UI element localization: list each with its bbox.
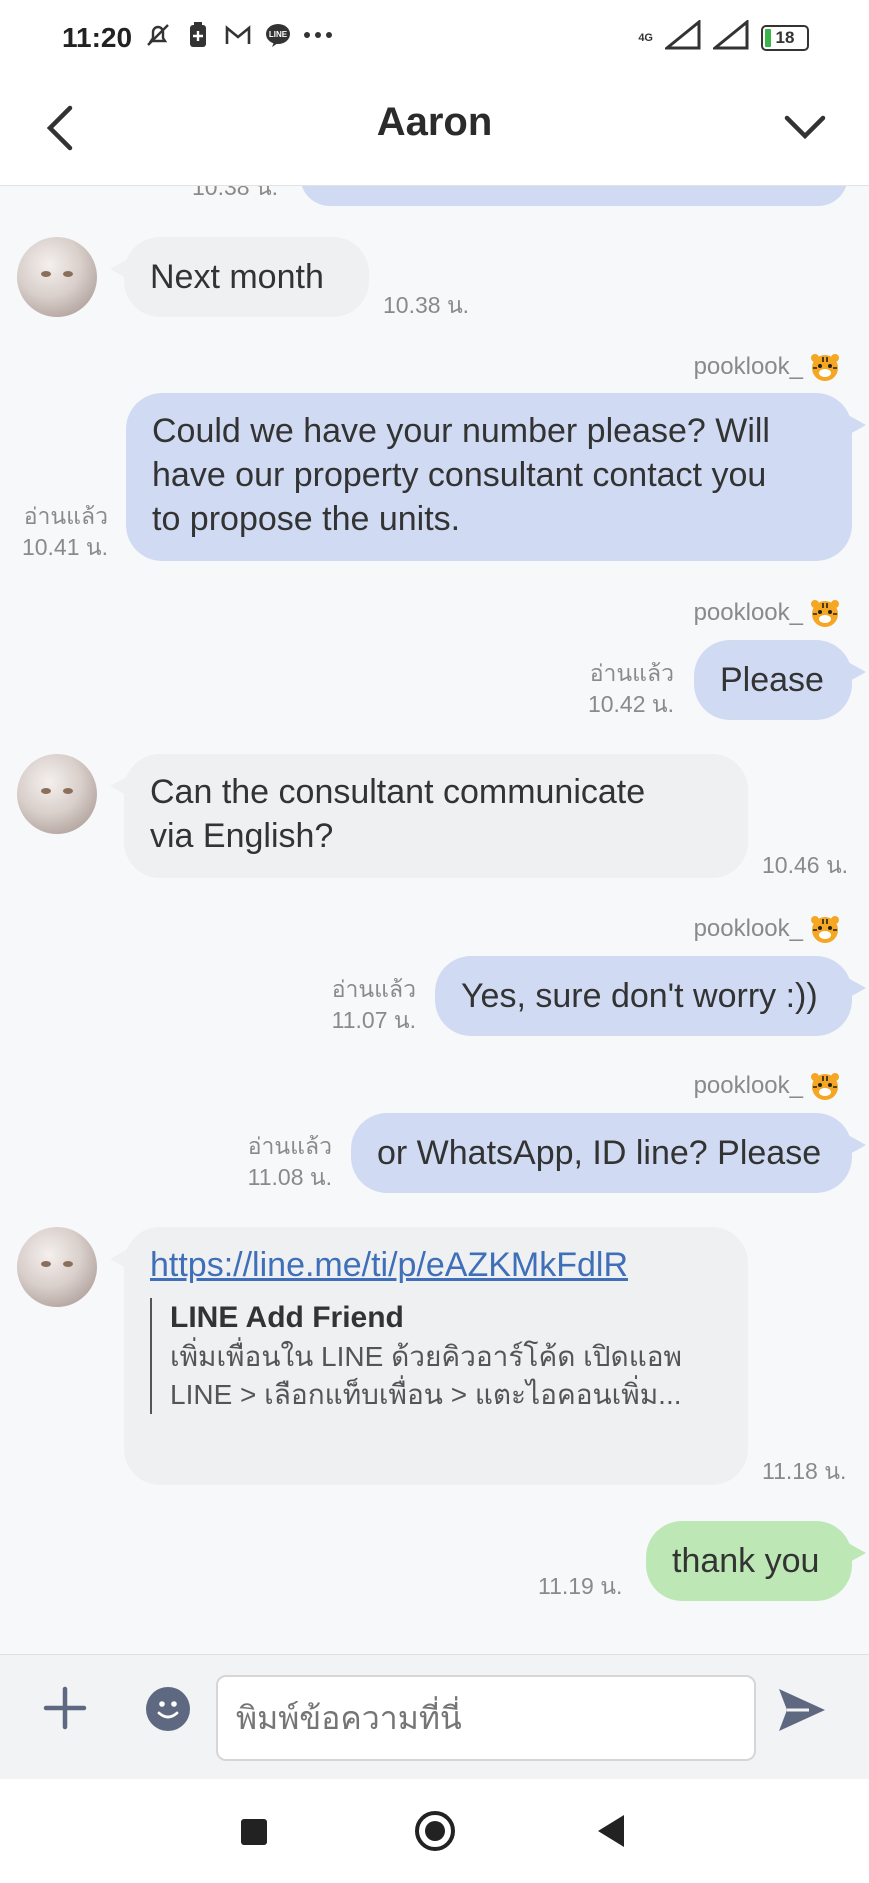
message-text-line: Can the consultant communicate — [150, 773, 646, 811]
tiger-emoji-icon — [809, 352, 841, 382]
chat-menu-button[interactable] — [781, 104, 829, 152]
message-text: Yes, sure don't worry :)) — [461, 977, 818, 1015]
link-preview-desc-line: LINE > เลือกแท็บเพื่อน > แตะไอคอนเพิ่ม..… — [170, 1379, 682, 1410]
message-time: 11.18 น. — [762, 1458, 847, 1484]
gmail-icon — [223, 20, 253, 50]
message-text-line: have our property consultant contact you — [152, 456, 767, 494]
message-text: or WhatsApp, ID line? Please — [377, 1134, 822, 1172]
link-preview-title: LINE Add Friend — [170, 1301, 404, 1334]
network-type-label: 4G — [638, 31, 653, 44]
message-time: 11.08 น. — [247, 1164, 332, 1190]
link-preview-desc-line: เพิ่มเพื่อนใน LINE ด้วยคิวอาร์โค้ด เปิดแ… — [170, 1341, 683, 1372]
mute-bell-icon — [143, 20, 173, 50]
message-status: อ่านแล้ว 10.42 น. — [560, 658, 674, 720]
message-time: 10.38 น. — [192, 186, 279, 200]
read-receipt: อ่านแล้ว — [23, 503, 108, 529]
status-system-icons: 4G 18 — [638, 18, 809, 55]
chat-header: Aaron — [0, 78, 869, 186]
message-time: 10.41 น. — [21, 534, 108, 560]
message-time: 10.42 น. — [587, 691, 674, 717]
message-bubble[interactable]: Please — [694, 640, 866, 720]
send-icon — [779, 1689, 825, 1731]
avatar[interactable] — [17, 754, 97, 834]
read-receipt: อ่านแล้ว — [331, 976, 416, 1002]
message-text: Please — [720, 661, 824, 699]
sender-label: pooklook_ — [693, 353, 803, 380]
status-time: 11:20 — [62, 22, 133, 53]
sender-label: pooklook_ — [693, 1072, 803, 1099]
status-notification-icons: LINE — [143, 20, 333, 50]
network-type-icon: 4G — [638, 32, 653, 44]
message-status: อ่านแล้ว 11.08 น. — [216, 1131, 332, 1193]
message-bubble[interactable]: or WhatsApp, ID line? Please — [351, 1113, 866, 1193]
smiley-icon — [157, 1701, 179, 1719]
message-time: 10.46 น. — [762, 852, 849, 878]
message-text-line: via English? — [150, 817, 334, 855]
battery-saver-icon — [183, 20, 213, 50]
battery-icon: 18 — [761, 24, 809, 51]
sender-name: pooklook_ — [694, 598, 841, 628]
sender-name: pooklook_ — [694, 1071, 841, 1101]
svg-text:LINE: LINE — [269, 30, 288, 39]
message-input-bar — [0, 1654, 869, 1779]
emoji-button[interactable] — [146, 1687, 190, 1731]
message-bubble-partial[interactable] — [300, 186, 848, 206]
message-status: อ่านแล้ว 10.41 น. — [10, 501, 108, 563]
sender-name: pooklook_ — [694, 914, 841, 944]
plus-icon — [43, 1686, 87, 1730]
battery-level: 18 — [775, 27, 795, 47]
message-bubble[interactable]: Can the consultant communicate via Engli… — [110, 754, 748, 878]
message-text-line: to propose the units. — [152, 500, 461, 538]
read-receipt: อ่านแล้ว — [247, 1133, 332, 1159]
message-time: 10.38 น. — [383, 292, 470, 318]
home-button[interactable] — [415, 1811, 455, 1851]
recent-apps-button[interactable] — [241, 1819, 267, 1845]
message-link[interactable]: https://line.me/ti/p/eAZKMkFdlR — [150, 1246, 628, 1284]
avatar[interactable] — [17, 1227, 97, 1307]
message-text-line: Could we have your number please? Will — [152, 412, 770, 450]
tiger-emoji-icon — [809, 1071, 841, 1101]
message-list[interactable]: 10.38 น. Next month 10.38 น. pooklook_ C… — [0, 186, 869, 1654]
tiger-emoji-icon — [809, 598, 841, 628]
message-status: อ่านแล้ว 11.07 น. — [300, 974, 416, 1036]
message-bubble[interactable]: Next month — [110, 237, 369, 317]
line-app-icon: LINE — [263, 20, 293, 50]
sender-label: pooklook_ — [693, 599, 803, 626]
message-time: 11.07 น. — [331, 1007, 416, 1033]
add-attachment-button[interactable] — [42, 1685, 88, 1731]
link-preview[interactable]: LINE Add Friend เพิ่มเพื่อนใน LINE ด้วยค… — [150, 1298, 710, 1414]
sender-name: pooklook_ — [694, 352, 841, 382]
chat-title[interactable]: Aaron — [0, 100, 869, 145]
message-bubble[interactable]: thank you — [646, 1521, 866, 1601]
message-bubble[interactable]: Yes, sure don't worry :)) — [435, 956, 866, 1036]
message-text: Next month — [150, 258, 324, 296]
tiger-emoji-icon — [809, 914, 841, 944]
status-bar: 11:20 LINE 4G 18 — [0, 0, 869, 78]
avatar[interactable] — [17, 237, 97, 317]
message-bubble[interactable]: Could we have your number please? Will h… — [126, 393, 866, 561]
read-receipt: อ่านแล้ว — [589, 660, 674, 686]
sender-label: pooklook_ — [693, 915, 803, 942]
message-input[interactable] — [216, 1675, 756, 1761]
system-back-button[interactable] — [598, 1815, 624, 1847]
message-text: thank you — [672, 1542, 820, 1580]
chevron-down-icon — [784, 115, 826, 140]
system-navigation-bar — [0, 1779, 869, 1883]
signal-icon-2 — [710, 18, 749, 55]
more-notifications-icon — [303, 20, 333, 50]
send-button[interactable] — [775, 1683, 829, 1737]
signal-icon — [662, 18, 701, 55]
message-time: 11.19 น. — [538, 1573, 623, 1599]
